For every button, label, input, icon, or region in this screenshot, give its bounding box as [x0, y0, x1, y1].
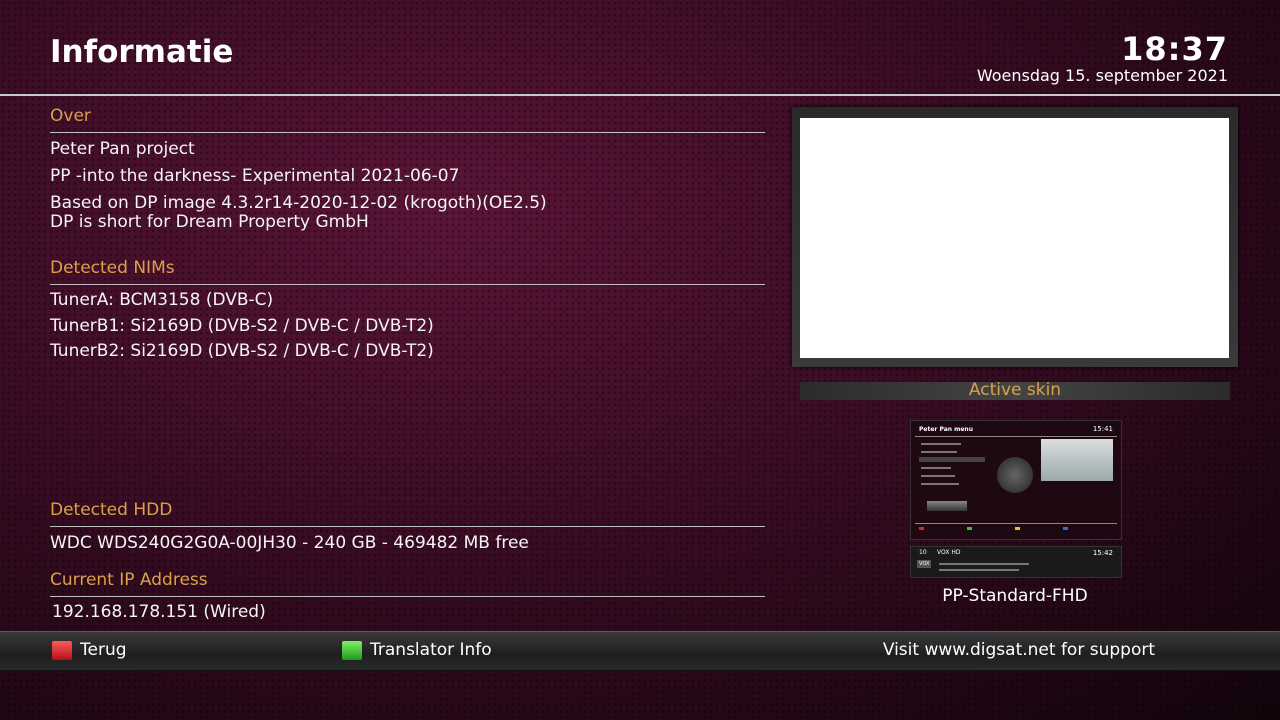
section-heading-hdd: Detected HDD [50, 500, 173, 520]
section-rule-about [50, 132, 765, 133]
thumb-logo-icon [997, 457, 1033, 493]
thumb-menu-selected [919, 457, 985, 462]
thumb-channel-number: 10 [919, 549, 927, 556]
back-button[interactable]: Terug [80, 640, 127, 660]
thumb-menu-line [921, 443, 961, 445]
about-line: Based on DP image 4.3.2r14-2020-12-02 (k… [50, 193, 547, 213]
thumb-green-key-icon [967, 527, 972, 530]
thumb-blue-key-icon [1063, 527, 1068, 530]
thumb-menu-line [921, 475, 955, 477]
about-line: PP -into the darkness- Experimental 2021… [50, 166, 460, 186]
green-key-icon [342, 641, 362, 660]
section-rule-ip [50, 596, 765, 597]
thumb-yellow-key-icon [1015, 527, 1020, 530]
thumb-menu-line [921, 467, 951, 469]
skin-heading: Active skin [968, 380, 1062, 400]
thumb-channel-logo: VOX [917, 560, 932, 568]
about-line: DP is short for Dream Property GmbH [50, 212, 369, 232]
thumb-epg-line [939, 563, 1029, 565]
skin-infobar-thumbnail: 10 VOX HD VOX 15:42 [910, 546, 1122, 578]
tv-preview-screen [800, 118, 1229, 358]
section-heading-ip: Current IP Address [50, 570, 208, 590]
thumb-menu-line [921, 451, 957, 453]
thumb-channel-name: VOX HD [937, 549, 961, 556]
section-rule-hdd [50, 526, 765, 527]
thumb-menu-line [921, 483, 959, 485]
thumb-preview [1041, 439, 1113, 481]
thumb-info-time: 15:42 [1092, 549, 1113, 557]
thumb-menu-title: Peter Pan menu [919, 426, 973, 433]
red-key-icon [52, 641, 72, 660]
page-title: Informatie [50, 34, 234, 70]
translator-info-button[interactable]: Translator Info [370, 640, 492, 660]
section-heading-nims: Detected NIMs [50, 258, 175, 278]
clock-date: Woensdag 15. september 2021 [976, 66, 1228, 85]
thumb-rule [915, 436, 1117, 437]
tuner-line: TunerA: BCM3158 (DVB-C) [50, 290, 274, 310]
skin-name: PP-Standard-FHD [942, 586, 1088, 606]
thumb-rule [915, 523, 1117, 524]
thumb-time: 15:41 [1092, 425, 1113, 433]
about-line: Peter Pan project [50, 139, 195, 159]
thumb-receiver-icon [927, 501, 967, 511]
support-text: Visit www.digsat.net for support [882, 640, 1155, 660]
tuner-line: TunerB2: Si2169D (DVB-S2 / DVB-C / DVB-T… [50, 341, 434, 361]
header-divider [0, 94, 1280, 96]
thumb-red-key-icon [919, 527, 924, 530]
ip-value: 192.168.178.151 (Wired) [52, 602, 266, 622]
thumb-epg-line [939, 569, 1019, 571]
tuner-line: TunerB1: Si2169D (DVB-S2 / DVB-C / DVB-T… [50, 316, 434, 336]
skin-thumbnail: Peter Pan menu 15:41 [910, 420, 1122, 540]
hdd-value: WDC WDS240G2G0A-00JH30 - 240 GB - 469482… [50, 533, 529, 553]
section-rule-nims [50, 284, 765, 285]
clock-time: 18:37 [1121, 30, 1228, 68]
section-heading-about: Over [50, 106, 91, 126]
